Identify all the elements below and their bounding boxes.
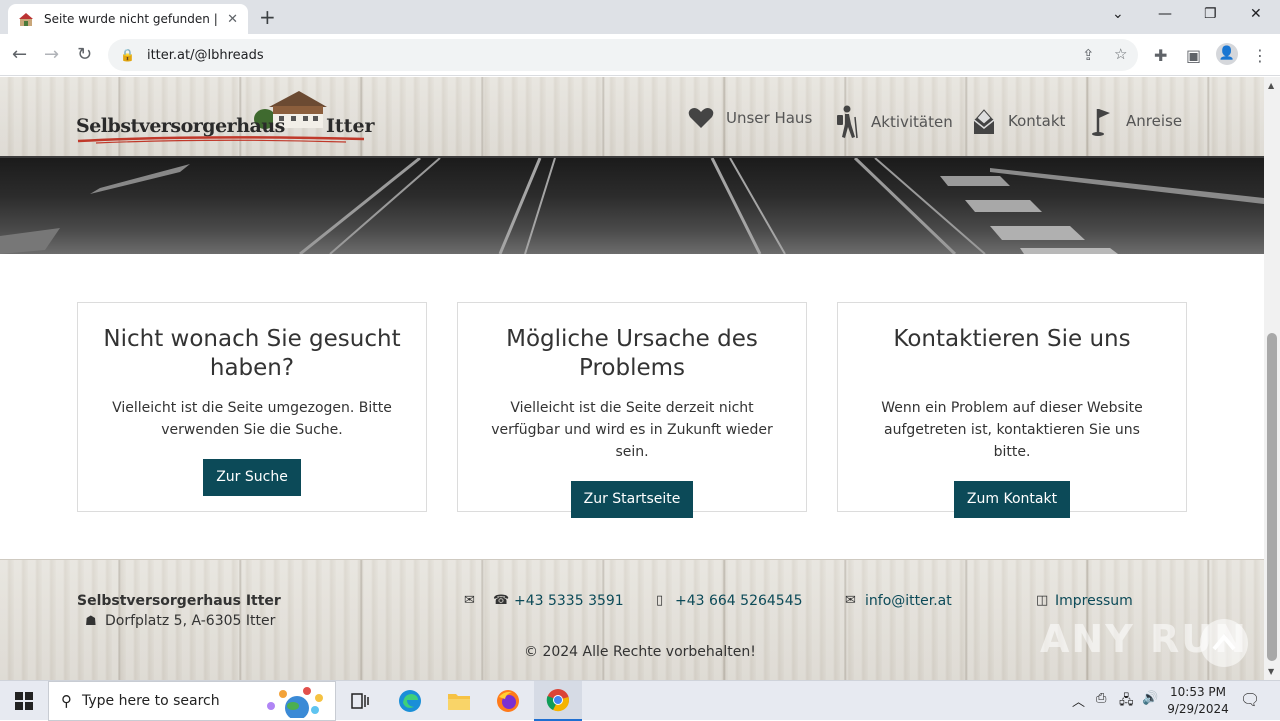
house-icon: ☗ (85, 614, 97, 629)
scroll-top-icon[interactable] (1200, 619, 1248, 667)
page-scrollbar[interactable]: ▲ ▼ (1264, 77, 1280, 680)
bookmark-star-icon[interactable]: ☆ (1114, 45, 1127, 63)
search-highlight-icon (267, 687, 323, 718)
start-button[interactable] (0, 681, 48, 721)
nav-kontakt[interactable]: Kontakt (972, 106, 1065, 136)
logo-text-itter: Itter (326, 115, 375, 137)
tab-search-icon[interactable]: ⌄ (1112, 6, 1124, 22)
railway-photo (0, 158, 1264, 254)
card-title: Nicht wonach Sie gesucht haben? (103, 326, 401, 381)
scroll-down-icon[interactable]: ▼ (1268, 667, 1274, 676)
firefox-icon (497, 690, 519, 712)
profile-avatar-icon[interactable]: 👤 (1216, 43, 1238, 65)
logo-swoosh (77, 136, 365, 144)
hiker-icon (837, 105, 858, 139)
scrollbar-thumb[interactable] (1267, 333, 1277, 661)
windows-taskbar: ⚲ Type here to search ︿ ⎙ 🖧 🔊 10:53 PM 9… (0, 680, 1280, 721)
card-cause: Mögliche Ursache des Problems Vielleicht… (457, 302, 807, 518)
clock-time: 10:53 PM (1170, 685, 1226, 699)
chrome-icon (546, 689, 569, 712)
lock-icon: 🔒 (120, 48, 135, 62)
search-placeholder: Type here to search (82, 693, 220, 709)
url-text: itter.at/@lbhreads (146, 47, 264, 63)
card-title: Mögliche Ursache des Problems (506, 326, 758, 381)
envelope-icon: ✉ (845, 593, 856, 608)
tab-active[interactable]: Seite wurde nicht gefunden | Selbstverso… (8, 4, 248, 34)
minimize-button[interactable]: — (1158, 6, 1172, 22)
home-button[interactable]: Zur Startseite (570, 481, 694, 518)
tab-strip: Seite wurde nicht gefunden | Selbstverso… (0, 0, 1280, 34)
task-view-button[interactable] (336, 681, 384, 721)
footer-impressum-link[interactable]: Impressum (1055, 593, 1133, 609)
volume-icon[interactable]: 🔊 (1142, 691, 1158, 706)
card-search: Nicht wonach Sie gesucht haben? Vielleic… (77, 302, 427, 512)
phone-icon: ☎ (493, 593, 510, 608)
firefox-app[interactable] (484, 681, 532, 721)
browser-toolbar: ← → ↻ 🔒 itter.at/@lbhreads ⇪ ☆ ✚ ▣ 👤 ⋮ (0, 34, 1280, 76)
notification-icon[interactable]: 🗨 (1240, 690, 1260, 709)
card-text: Vielleicht ist die Seite derzeit nicht v… (491, 400, 773, 460)
tab-title: Seite wurde nicht gefunden | Selbstverso… (44, 12, 221, 26)
extensions-icon[interactable]: ✚ (1154, 46, 1167, 65)
task-view-icon (351, 693, 369, 709)
back-icon[interactable]: ← (12, 44, 27, 65)
footer-address: Dorfplatz 5, A-6305 Itter (105, 613, 276, 629)
reload-icon[interactable]: ↻ (77, 44, 92, 65)
taskbar-search[interactable]: ⚲ Type here to search (48, 681, 336, 721)
page-viewport: Selbstversorgerhaus Itter Unser Haus Akt… (0, 77, 1264, 680)
nav-label: Anreise (1126, 112, 1183, 130)
site-logo[interactable]: Selbstversorgerhaus Itter (76, 89, 375, 149)
chrome-app[interactable] (534, 681, 582, 721)
side-panel-icon[interactable]: ▣ (1186, 46, 1201, 65)
mail-stack-icon: ✉ (464, 593, 475, 608)
clock-date: 9/29/2024 (1167, 702, 1229, 716)
close-window-button[interactable]: ✕ (1250, 6, 1262, 22)
tray-chevron-icon[interactable]: ︿ (1072, 691, 1085, 710)
taskbar-clock[interactable]: 10:53 PM 9/29/2024 (1160, 684, 1236, 718)
flag-icon (1092, 109, 1110, 136)
file-explorer-app[interactable] (435, 681, 483, 721)
heart-icon (688, 108, 714, 128)
search-icon: ⚲ (61, 692, 72, 710)
impressum-icon: ◫ (1036, 593, 1049, 608)
card-text: Vielleicht ist die Seite umgezogen. Bitt… (112, 400, 392, 438)
footer-copyright: © 2024 Alle Rechte vorbehalten! (524, 644, 756, 660)
nav-label: Kontakt (1008, 112, 1066, 130)
card-contact: Kontaktieren Sie uns Wenn ein Problem au… (837, 302, 1187, 518)
restore-button[interactable]: ❐ (1204, 6, 1217, 22)
footer-phone-link[interactable]: +43 5335 3591 (514, 593, 624, 609)
windows-logo-icon (15, 692, 33, 710)
tray-device-icon[interactable]: ⎙ (1096, 691, 1106, 706)
share-icon[interactable]: ⇪ (1082, 46, 1095, 64)
folder-icon (448, 694, 470, 710)
nav-label: Unser Haus (726, 109, 813, 127)
mail-icon (973, 109, 995, 134)
mobile-icon: ▯ (656, 593, 664, 608)
network-icon[interactable]: 🖧 (1119, 691, 1134, 713)
forward-icon[interactable]: → (44, 44, 59, 65)
card-title: Kontaktieren Sie uns (893, 326, 1131, 352)
nav-label: Aktivitäten (871, 113, 953, 131)
logo-text: Selbstversorgerhaus (76, 115, 285, 137)
nav-unser-haus[interactable]: Unser Haus (688, 107, 812, 129)
footer-email-link[interactable]: info@itter.at (865, 593, 952, 609)
site-header: Selbstversorgerhaus Itter Unser Haus Akt… (0, 77, 1264, 158)
tab-close-icon[interactable]: ✕ (227, 12, 238, 27)
footer-mobile-link[interactable]: +43 664 5264545 (675, 593, 803, 609)
nav-aktivitaeten[interactable]: Aktivitäten (833, 105, 953, 139)
edge-icon (399, 690, 421, 712)
card-text: Wenn ein Problem auf dieser Website aufg… (881, 400, 1143, 460)
footer-name: Selbstversorgerhaus Itter (77, 593, 281, 609)
scroll-up-icon[interactable]: ▲ (1268, 81, 1274, 90)
search-button[interactable]: Zur Suche (203, 459, 301, 496)
new-tab-button[interactable]: + (259, 5, 276, 29)
nav-anreise[interactable]: Anreise (1090, 106, 1182, 136)
hero-image (0, 158, 1264, 254)
site-favicon-icon (19, 13, 33, 26)
address-bar[interactable]: 🔒 itter.at/@lbhreads (108, 39, 1138, 71)
contact-button[interactable]: Zum Kontakt (953, 481, 1071, 518)
edge-app[interactable] (386, 681, 434, 721)
menu-kebab-icon[interactable]: ⋮ (1252, 46, 1268, 65)
